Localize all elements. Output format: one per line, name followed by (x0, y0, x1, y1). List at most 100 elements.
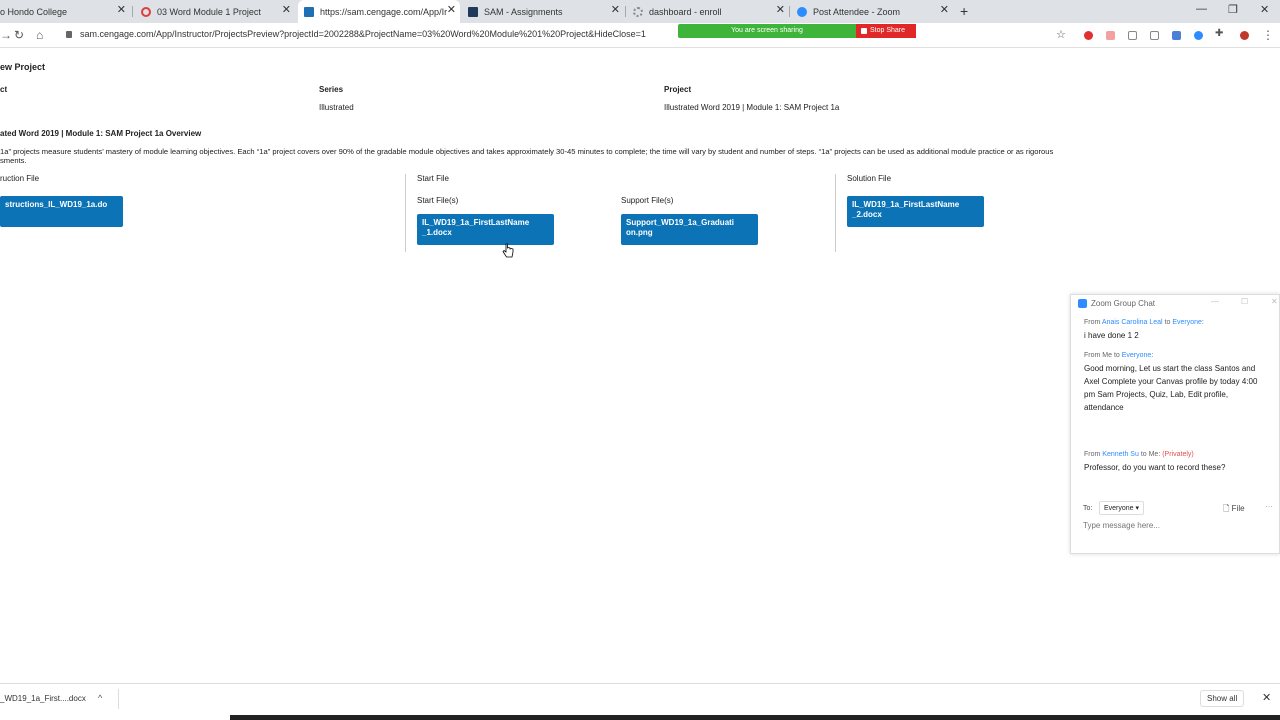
privately-tag: (Privately) (1162, 451, 1194, 458)
tab-title: 03 Word Module 1 Project (157, 6, 261, 17)
hand-cursor-icon (502, 243, 514, 258)
tab-separator (789, 6, 790, 17)
browser-tab-active[interactable]: https://sam.cengage.com/App/Ir ✕ (298, 0, 460, 23)
download-item[interactable]: _WD19_1a_First....docx (0, 694, 86, 703)
zoom-extension-icon[interactable] (1194, 31, 1203, 40)
start-file-button[interactable]: IL_WD19_1a_FirstLastName _1.docx (417, 214, 554, 245)
stop-share-button[interactable]: Stop Share (856, 24, 916, 38)
opera-extension-icon[interactable] (1084, 31, 1093, 40)
message-header: From Me to Everyone: (1084, 352, 1153, 359)
page-title: ew Project (0, 62, 46, 72)
support-files-sublabel: Support File(s) (621, 196, 674, 205)
button-label: IL_WD19_1a_FirstLastName (422, 218, 530, 227)
recipient-name: Everyone (1172, 319, 1202, 326)
start-files-sublabel: Start File(s) (417, 196, 459, 205)
chat-message-input[interactable] (1083, 521, 1263, 530)
address-bar[interactable]: sam.cengage.com/App/Instructor/ProjectsP… (80, 29, 646, 39)
tab-title: Post Attendee - Zoom (813, 6, 901, 17)
tab-title: SAM - Assignments (484, 6, 563, 17)
series-value: Illustrated (319, 103, 354, 112)
puzzle-extensions-icon[interactable]: ✚ (1215, 28, 1223, 39)
loading-icon (633, 6, 643, 17)
extension-icon[interactable] (1128, 31, 1137, 40)
button-label: structions_IL_WD19_1a.do (5, 200, 108, 209)
sam-icon (468, 6, 478, 17)
chevron-up-icon[interactable]: ^ (98, 693, 102, 703)
solution-file-button[interactable]: IL_WD19_1a_FirstLastName _2.docx (847, 196, 984, 227)
series-label: Series (319, 85, 344, 94)
message-text: i have done 1 2 (1084, 331, 1139, 340)
close-tab-icon[interactable]: ✕ (282, 5, 291, 16)
solution-file-label: Solution File (847, 174, 892, 183)
zoom-group-chat: Zoom Group Chat — ☐ ✕ From Anais Carolin… (1070, 294, 1280, 554)
from-prefix: From (1084, 319, 1102, 326)
tab-title: dashboard - enroll (649, 6, 722, 17)
button-label: Support_WD19_1a_Graduati (626, 218, 735, 227)
file-button[interactable]: 🗋 File (1223, 503, 1245, 517)
close-icon[interactable]: ✕ (1271, 297, 1278, 306)
reload-icon[interactable]: ↻ (14, 28, 24, 42)
instruction-file-button[interactable]: structions_IL_WD19_1a.do (0, 196, 123, 227)
canvas-icon (141, 6, 151, 17)
button-label: IL_WD19_1a_FirstLastName (852, 200, 960, 209)
sender-name[interactable]: Anais Carolina Leal (1102, 319, 1163, 326)
home-icon[interactable]: ⌂ (36, 28, 43, 42)
menu-icon[interactable]: ⋮ (1262, 28, 1274, 42)
translate-extension-icon[interactable] (1172, 31, 1181, 40)
file-icon: 🗋 (1223, 504, 1230, 513)
taskbar-strip (230, 715, 1280, 720)
close-tab-icon[interactable]: ✕ (117, 5, 126, 16)
browser-tab[interactable]: SAM - Assignments ✕ (462, 0, 624, 23)
divider (405, 174, 406, 252)
screen-share-status: You are screen sharing (678, 24, 856, 38)
close-window-icon[interactable]: ✕ (1260, 3, 1269, 16)
tab-title: o Hondo College (0, 6, 68, 17)
profile-avatar[interactable] (1240, 31, 1249, 40)
browser-tab-bar: o Hondo College ✕ 03 Word Module 1 Proje… (0, 0, 1280, 23)
browser-toolbar: → ↻ ⌂ sam.cengage.com/App/Instructor/Pro… (0, 23, 1280, 48)
minimize-icon[interactable]: — (1196, 3, 1207, 15)
extension-icon[interactable] (1150, 31, 1159, 40)
show-all-button[interactable]: Show all (1200, 690, 1245, 707)
bookmark-star-icon[interactable]: ☆ (1056, 28, 1066, 41)
browser-tab[interactable]: Post Attendee - Zoom ✕ (791, 0, 953, 23)
browser-tab[interactable]: o Hondo College ✕ (0, 0, 130, 23)
button-label: _1.docx (422, 228, 452, 237)
browser-tab[interactable]: dashboard - enroll ✕ (627, 0, 789, 23)
file-label: File (1231, 504, 1245, 513)
recipient-value: Everyone (1104, 505, 1134, 512)
more-options-button[interactable]: ··· (1265, 502, 1273, 511)
suffix: : (1201, 319, 1204, 326)
tab-separator (132, 6, 133, 17)
restore-icon[interactable]: ❐ (1228, 3, 1238, 16)
lock-icon (66, 31, 72, 38)
to-text: to (1162, 319, 1173, 326)
message-text: Professor, do you want to record these? (1084, 463, 1226, 472)
project-label: Project (664, 85, 692, 94)
message-text: Good morning, Let us start the class San… (1084, 364, 1258, 412)
minimize-icon[interactable]: — (1211, 297, 1219, 306)
overview-description-cont: sments. (0, 156, 27, 165)
chevron-down-icon: ▾ (1135, 505, 1140, 512)
project-column-label: ct (0, 85, 8, 94)
sender-name[interactable]: Kenneth Su (1102, 451, 1139, 458)
maximize-icon[interactable]: ☐ (1241, 297, 1248, 306)
chat-title: Zoom Group Chat (1091, 299, 1156, 308)
close-tab-icon[interactable]: ✕ (776, 5, 785, 16)
forward-icon[interactable]: → (0, 28, 12, 42)
extension-icon[interactable] (1106, 31, 1115, 40)
close-tab-icon[interactable]: ✕ (447, 5, 456, 16)
support-file-button[interactable]: Support_WD19_1a_Graduati on.png (621, 214, 758, 245)
from-prefix: From Me to (1084, 352, 1122, 359)
new-tab-icon[interactable]: + (960, 3, 968, 19)
chat-header: Zoom Group Chat — ☐ ✕ (1071, 295, 1280, 313)
divider (835, 174, 836, 252)
from-prefix: From (1084, 451, 1103, 458)
close-tab-icon[interactable]: ✕ (940, 5, 949, 16)
close-tab-icon[interactable]: ✕ (611, 5, 620, 16)
close-icon[interactable]: ✕ (1262, 691, 1271, 704)
tab-separator (625, 6, 626, 17)
browser-tab[interactable]: 03 Word Module 1 Project ✕ (135, 0, 295, 23)
taskbar (0, 713, 1280, 720)
recipient-dropdown[interactable]: Everyone ▾ (1099, 501, 1145, 515)
